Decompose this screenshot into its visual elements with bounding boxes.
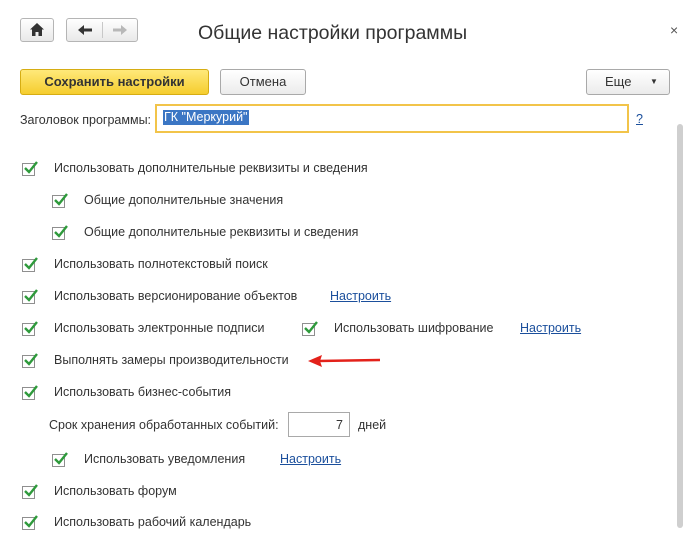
notifications-setup-link[interactable]: Настроить [280,451,341,467]
save-settings-button[interactable]: Сохранить настройки [20,69,209,95]
checkbox[interactable] [22,161,38,176]
option-signatures[interactable]: Использовать электронные подписи [20,320,300,338]
window-title: Общие настройки программы [198,22,468,44]
option-label: Выполнять замеры производительности [54,353,289,367]
option-common-values[interactable]: Общие дополнительные значения [50,192,350,210]
arrow-right-icon[interactable] [103,19,137,41]
option-label: Использовать электронные подписи [54,321,265,335]
option-label: Использовать бизнес-события [54,385,232,399]
checkbox[interactable] [52,193,68,208]
checkbox[interactable] [22,484,38,499]
checkbox[interactable] [22,257,38,272]
home-icon [21,19,53,41]
option-additional-attrs[interactable]: Использовать дополнительные реквизиты и … [20,160,420,178]
close-icon[interactable]: × [670,22,678,38]
home-button[interactable] [20,18,54,42]
option-label: Использовать форум [54,484,177,498]
checkbox[interactable] [52,452,68,467]
checkbox[interactable] [22,353,38,368]
option-business-events[interactable]: Использовать бизнес-события [20,384,280,402]
checkbox[interactable] [52,225,68,240]
retention-label: Срок хранения обработанных событий: [49,418,279,432]
option-fulltext-search[interactable]: Использовать полнотекстовый поиск [20,256,320,274]
program-title-input[interactable]: ГК "Меркурий" [155,104,629,133]
cancel-button[interactable]: Отмена [220,69,306,95]
retention-value: 7 [336,418,343,432]
history-nav [66,18,138,42]
arrow-left-icon[interactable] [67,19,102,41]
option-forum[interactable]: Использовать форум [20,483,240,501]
option-versioning[interactable]: Использовать версионирование объектов [20,288,320,306]
retention-input[interactable]: 7 [288,412,350,437]
option-label: Использовать рабочий календарь [54,515,252,529]
annotation-arrow-icon [308,355,381,367]
option-label: Использовать дополнительные реквизиты и … [54,161,368,175]
versioning-setup-link[interactable]: Настроить [330,288,391,304]
more-label: Еще [605,74,632,89]
help-link[interactable]: ? [636,111,643,127]
option-label: Общие дополнительные значения [84,193,284,207]
option-label: Использовать шифрование [334,321,494,335]
option-common-attrs[interactable]: Общие дополнительные реквизиты и сведени… [50,224,390,242]
option-label: Использовать уведомления [84,452,246,466]
option-label: Использовать полнотекстовый поиск [54,257,268,271]
option-performance[interactable]: Выполнять замеры производительности [20,352,310,370]
scrollbar-thumb[interactable] [677,124,683,528]
option-label: Использовать версионирование объектов [54,289,298,303]
retention-unit: дней [358,418,387,432]
encryption-setup-link[interactable]: Настроить [520,320,581,336]
option-notifications[interactable]: Использовать уведомления [50,451,270,469]
option-encryption[interactable]: Использовать шифрование [300,320,510,338]
checkbox[interactable] [302,321,318,336]
option-label: Общие дополнительные реквизиты и сведени… [84,225,359,239]
checkbox[interactable] [22,515,38,530]
program-title-label: Заголовок программы: [20,113,152,127]
checkbox[interactable] [22,385,38,400]
program-title-value: ГК "Меркурий" [163,110,249,125]
checkbox[interactable] [22,321,38,336]
more-menu-button[interactable]: Еще ▼ [586,69,670,95]
chevron-down-icon: ▼ [650,77,658,86]
checkbox[interactable] [22,289,38,304]
option-work-calendar[interactable]: Использовать рабочий календарь [20,514,280,532]
